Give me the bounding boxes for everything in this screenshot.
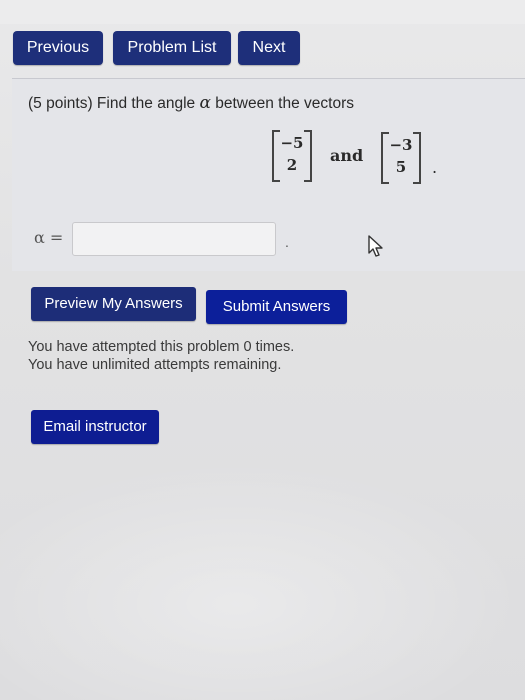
attempts-status: You have attempted this problem 0 times.: [28, 339, 295, 355]
answer-label: α =: [34, 228, 64, 247]
vector-1: −5 2: [272, 130, 312, 182]
alpha-symbol: α: [199, 93, 211, 113]
problem-prefix: (5 points) Find the angle: [28, 95, 200, 112]
next-button[interactable]: Next: [238, 31, 300, 65]
problem-list-button[interactable]: Problem List: [113, 31, 231, 65]
vector-2: −3 5: [381, 132, 421, 184]
top-strip: [0, 0, 525, 24]
previous-button[interactable]: Previous: [13, 31, 103, 65]
preview-answers-button[interactable]: Preview My Answers: [31, 287, 196, 321]
remaining-status: You have unlimited attempts remaining.: [28, 357, 282, 373]
answer-trailing-dot: .: [285, 234, 289, 250]
and-word: and: [330, 146, 364, 165]
right-bracket: [304, 130, 312, 182]
problem-statement: (5 points) Find the angle α between the …: [28, 93, 354, 113]
submit-answers-button[interactable]: Submit Answers: [206, 290, 347, 324]
email-instructor-button[interactable]: Email instructor: [31, 410, 159, 444]
answer-input[interactable]: [72, 222, 276, 256]
mouse-pointer-icon: [368, 235, 383, 257]
right-bracket: [413, 132, 421, 184]
problem-suffix: between the vectors: [210, 95, 354, 112]
sentence-period: .: [432, 158, 438, 177]
screen-glare: [0, 460, 525, 700]
